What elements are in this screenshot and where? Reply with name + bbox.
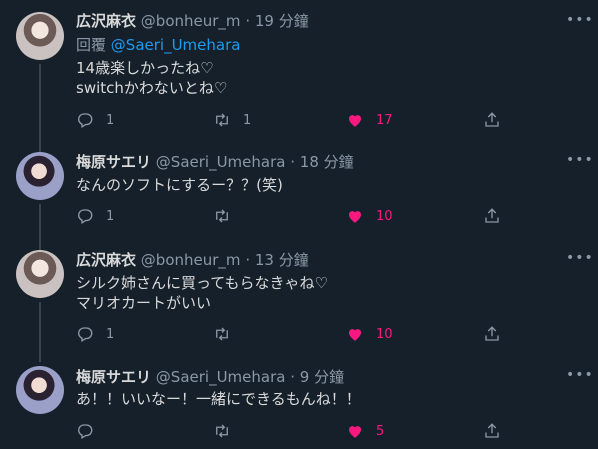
thread-line	[39, 240, 41, 250]
display-name[interactable]: 広沢麻衣	[76, 12, 136, 30]
separator: ·	[290, 153, 296, 171]
more-icon[interactable]: •••	[566, 367, 593, 387]
handle[interactable]: @Saeri_Umehara	[156, 153, 286, 171]
tweet[interactable]: 梅原サエリ @Saeri_Umehara · 9 分鐘 あ！！いいなー！一緒にで…	[0, 362, 598, 449]
reply-icon	[78, 327, 93, 342]
timestamp[interactable]: 13 分鐘	[255, 251, 309, 269]
retweet-icon	[216, 209, 228, 223]
retweet-button[interactable]	[213, 324, 243, 344]
reply-icon	[78, 209, 93, 224]
more-icon[interactable]: •••	[566, 250, 593, 270]
thread-line	[39, 302, 41, 362]
retweet-icon	[216, 424, 228, 438]
tweet-header: 梅原サエリ @Saeri_Umehara · 18 分鐘	[76, 152, 354, 172]
tweet-text-line: シルク姉さんに買ってもらなきゃね♡	[76, 274, 328, 292]
heart-icon	[349, 329, 361, 341]
share-icon	[485, 326, 499, 341]
like-count: 10	[376, 208, 393, 224]
tweet-text-line: switchかわないとね♡	[76, 79, 228, 97]
reply-icon	[78, 113, 93, 128]
retweet-icon	[216, 327, 228, 341]
thread-line	[39, 140, 41, 152]
reply-context: 回覆 @Saeri_Umehara	[76, 35, 240, 55]
action-bar: 1 10	[76, 324, 506, 344]
share-icon	[485, 112, 499, 127]
display-name[interactable]: 梅原サエリ	[76, 368, 151, 386]
tweet-text-line: あ！！いいなー！一緒にできるもんね！！	[76, 390, 361, 408]
heart-icon	[349, 426, 361, 438]
more-icon[interactable]: •••	[566, 12, 593, 32]
more-icon[interactable]: •••	[566, 152, 593, 172]
handle[interactable]: @Saeri_Umehara	[156, 368, 286, 386]
avatar[interactable]	[16, 12, 64, 60]
like-button[interactable]: 10	[346, 324, 393, 344]
separator: ·	[245, 251, 251, 269]
handle[interactable]: @bonheur_m	[141, 12, 241, 30]
avatar[interactable]	[16, 250, 64, 298]
display-name[interactable]: 梅原サエリ	[76, 153, 151, 171]
reply-button[interactable]	[76, 421, 106, 441]
share-button[interactable]	[483, 324, 501, 344]
avatar[interactable]	[16, 152, 64, 200]
mention-link[interactable]: @Saeri_Umehara	[111, 36, 241, 54]
reply-button[interactable]: 1	[76, 206, 114, 226]
like-count: 5	[376, 423, 385, 439]
tweet-header: 梅原サエリ @Saeri_Umehara · 9 分鐘	[76, 367, 344, 387]
like-button[interactable]: 5	[346, 421, 384, 441]
action-bar: 5	[76, 421, 506, 441]
tweet[interactable]: 梅原サエリ @Saeri_Umehara · 18 分鐘 なんのソフトにするー？…	[0, 140, 598, 250]
reply-button[interactable]: 1	[76, 110, 114, 130]
separator: ·	[245, 12, 251, 30]
retweet-button[interactable]	[213, 206, 243, 226]
reply-prefix: 回覆	[76, 36, 107, 54]
like-count: 17	[376, 112, 393, 128]
tweet-header: 広沢麻衣 @bonheur_m · 13 分鐘	[76, 250, 309, 270]
reply-button[interactable]: 1	[76, 324, 114, 344]
share-icon	[485, 208, 499, 223]
tweet[interactable]: 広沢麻衣 @bonheur_m · 13 分鐘 シルク姉さんに買ってもらなきゃね…	[0, 240, 598, 362]
timestamp[interactable]: 18 分鐘	[300, 153, 354, 171]
tweet-text-line: マリオカートがいい	[76, 294, 212, 312]
reply-count: 1	[106, 326, 115, 342]
handle[interactable]: @bonheur_m	[141, 251, 241, 269]
action-bar: 1 1 17	[76, 110, 506, 130]
share-button[interactable]	[483, 206, 501, 226]
timestamp[interactable]: 9 分鐘	[300, 368, 344, 386]
separator: ·	[290, 368, 296, 386]
retweet-button[interactable]: 1	[213, 110, 251, 130]
reply-icon	[78, 424, 93, 439]
share-button[interactable]	[483, 110, 501, 130]
thread-line	[39, 64, 41, 148]
heart-icon	[349, 115, 361, 127]
tweet[interactable]: 広沢麻衣 @bonheur_m · 19 分鐘 回覆 @Saeri_Umehar…	[0, 0, 598, 148]
heart-icon	[349, 211, 361, 223]
like-button[interactable]: 17	[346, 110, 393, 130]
retweet-button[interactable]	[213, 421, 243, 441]
tweet-header: 広沢麻衣 @bonheur_m · 19 分鐘	[76, 11, 309, 31]
timestamp[interactable]: 19 分鐘	[255, 12, 309, 30]
share-icon	[485, 423, 499, 438]
retweet-icon	[216, 113, 228, 127]
retweet-count: 1	[243, 112, 252, 128]
like-count: 10	[376, 326, 393, 342]
avatar[interactable]	[16, 366, 64, 414]
display-name[interactable]: 広沢麻衣	[76, 251, 136, 269]
tweet-text-line: 14歳楽しかったね♡	[76, 59, 214, 77]
reply-count: 1	[106, 112, 115, 128]
like-button[interactable]: 10	[346, 206, 393, 226]
share-button[interactable]	[483, 421, 501, 441]
tweet-text-line: なんのソフトにするー？？(笑)	[76, 176, 283, 194]
action-bar: 1 10	[76, 206, 506, 226]
reply-count: 1	[106, 208, 115, 224]
